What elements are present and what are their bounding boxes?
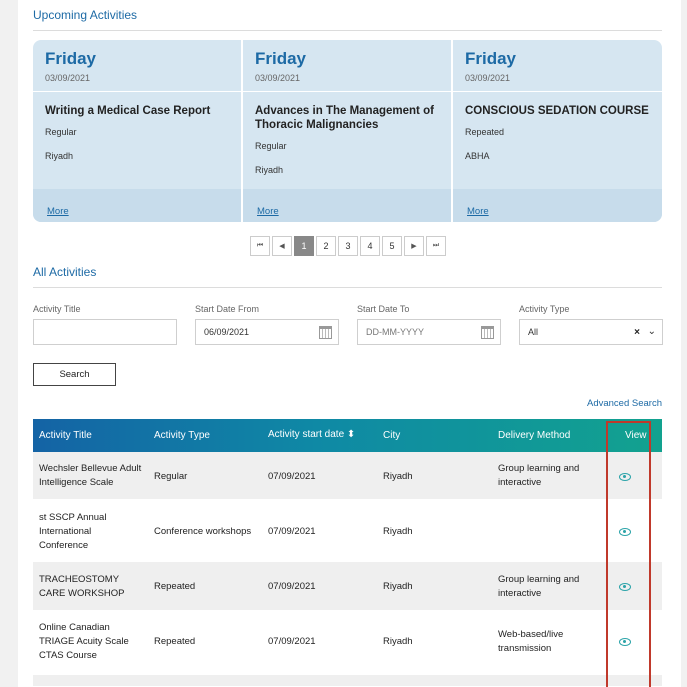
card-more-link[interactable]: More (467, 206, 489, 217)
all-activities-title: All Activities (33, 265, 97, 279)
activity-card: Friday 03/09/2021 CONSCIOUS SEDATION COU… (453, 40, 662, 222)
card-more-link[interactable]: More (257, 206, 279, 217)
cell-delivery: Group learning and interactive (498, 574, 580, 599)
cell-delivery: Group learning and interactive (498, 463, 580, 488)
page-button-1[interactable]: 1 (294, 236, 314, 256)
activity-card: Friday 03/09/2021 Advances in The Manage… (243, 40, 453, 222)
card-title: Writing a Medical Case Report (45, 105, 211, 117)
column-header-type: Activity Type (154, 430, 210, 441)
card-date: 03/09/2021 (255, 73, 301, 83)
view-eye-icon[interactable] (619, 638, 631, 646)
cell-delivery: Web-based/live transmission (498, 629, 564, 654)
table-row: Online Canadian TRIAGE Acuity Scale CTAS… (33, 611, 662, 675)
cell-date: 07/09/2021 (268, 526, 316, 537)
upcoming-divider (33, 30, 662, 31)
page-button-2[interactable]: 2 (316, 236, 336, 256)
activity-card: Friday 03/09/2021 Writing a Medical Case… (33, 40, 243, 222)
cell-type: Regular (154, 471, 188, 482)
next-page-button[interactable]: ▶ (404, 236, 424, 256)
card-footer: More (453, 189, 662, 222)
table-row: st SSCP Annual International Conference … (33, 500, 662, 562)
table-row: TRACHEOSTOMY CARE WORKSHOP Repeated 07/0… (33, 562, 662, 611)
card-city: Riyadh (255, 165, 284, 175)
activity-title-label: Activity Title (33, 304, 81, 314)
card-title: CONSCIOUS SEDATION COURSE (465, 105, 649, 117)
pagination: ⏮ ◀ 1 2 3 4 5 ▶ ⏭ (250, 236, 446, 256)
cell-title: TRACHEOSTOMY CARE WORKSHOP (39, 574, 125, 599)
card-type: Regular (255, 141, 287, 151)
card-type: Repeated (465, 127, 505, 137)
cell-type: Repeated (154, 636, 196, 647)
card-body: Advances in The Management of Thoracic M… (243, 92, 451, 175)
card-day: Friday (45, 49, 97, 68)
start-to-label: Start Date To (357, 304, 410, 314)
first-page-button[interactable]: ⏮ (250, 236, 270, 256)
card-more-link[interactable]: More (47, 206, 69, 217)
page-container: Upcoming Activities Friday 03/09/2021 Wr… (18, 0, 681, 687)
start-to-placeholder: DD-MM-YYYY (366, 327, 424, 337)
search-button[interactable]: Search (33, 363, 116, 386)
activity-type-select[interactable]: All × ⌄ (519, 319, 663, 345)
card-body: CONSCIOUS SEDATION COURSE Repeated ABHA (453, 92, 662, 161)
card-header: Friday 03/09/2021 (243, 40, 451, 92)
column-header-view: View (625, 430, 647, 441)
column-header-start-date[interactable]: Activity start date ⬍ (268, 429, 355, 440)
upcoming-activities-title: Upcoming Activities (33, 8, 138, 22)
card-city: ABHA (465, 151, 490, 161)
cell-date: 07/09/2021 (268, 636, 316, 647)
card-date: 03/09/2021 (465, 73, 511, 83)
column-header-city: City (383, 430, 401, 441)
activity-type-label: Activity Type (519, 304, 570, 314)
activity-type-value: All (528, 327, 539, 337)
cell-type: Conference workshops (154, 526, 252, 537)
card-type: Regular (45, 127, 77, 137)
start-to-input[interactable]: DD-MM-YYYY (357, 319, 501, 345)
column-header-delivery: Delivery Method (498, 430, 571, 441)
table-row: Wechsler Bellevue Adult Intelligence Sca… (33, 452, 662, 500)
page-button-4[interactable]: 4 (360, 236, 380, 256)
prev-page-button[interactable]: ◀ (272, 236, 292, 256)
card-body: Writing a Medical Case Report Regular Ri… (33, 92, 241, 161)
card-city: Riyadh (45, 151, 74, 161)
last-page-button[interactable]: ⏭ (426, 236, 446, 256)
start-from-label: Start Date From (195, 304, 260, 314)
cell-city: Riyadh (383, 526, 413, 537)
all-activities-divider (33, 287, 662, 288)
cell-date: 07/09/2021 (268, 471, 316, 482)
advanced-search-link[interactable]: Advanced Search (587, 398, 662, 409)
activities-table: Activity Title Activity Type Activity st… (33, 419, 662, 687)
table-header: Activity Title Activity Type Activity st… (33, 419, 662, 452)
clear-icon[interactable]: × (634, 327, 640, 338)
start-from-input[interactable]: 06/09/2021 (195, 319, 339, 345)
activity-title-input[interactable] (33, 319, 177, 345)
card-day: Friday (465, 49, 517, 68)
table-row (33, 675, 662, 687)
view-eye-icon[interactable] (619, 528, 631, 536)
card-header: Friday 03/09/2021 (453, 40, 662, 92)
cell-title: Online Canadian TRIAGE Acuity Scale CTAS… (39, 622, 129, 661)
card-day: Friday (255, 49, 307, 68)
card-header: Friday 03/09/2021 (33, 40, 241, 92)
card-date: 03/09/2021 (45, 73, 91, 83)
column-header-title: Activity Title (39, 430, 92, 441)
cell-title: st SSCP Annual International Conference (39, 512, 107, 551)
view-eye-icon[interactable] (619, 583, 631, 591)
upcoming-cards: Friday 03/09/2021 Writing a Medical Case… (33, 40, 662, 222)
calendar-icon[interactable] (481, 326, 494, 339)
cell-title: Wechsler Bellevue Adult Intelligence Sca… (39, 463, 142, 488)
page-button-5[interactable]: 5 (382, 236, 402, 256)
cell-city: Riyadh (383, 581, 413, 592)
card-footer: More (243, 189, 451, 222)
calendar-icon[interactable] (319, 326, 332, 339)
card-footer: More (33, 189, 241, 222)
start-from-value: 06/09/2021 (204, 327, 250, 337)
view-eye-icon[interactable] (619, 473, 631, 481)
cell-date: 07/09/2021 (268, 581, 316, 592)
card-title: Advances in The Management of Thoracic M… (255, 105, 434, 131)
cell-city: Riyadh (383, 636, 413, 647)
cell-city: Riyadh (383, 471, 413, 482)
page-button-3[interactable]: 3 (338, 236, 358, 256)
cell-type: Repeated (154, 581, 196, 592)
chevron-down-icon[interactable]: ⌄ (648, 326, 656, 337)
